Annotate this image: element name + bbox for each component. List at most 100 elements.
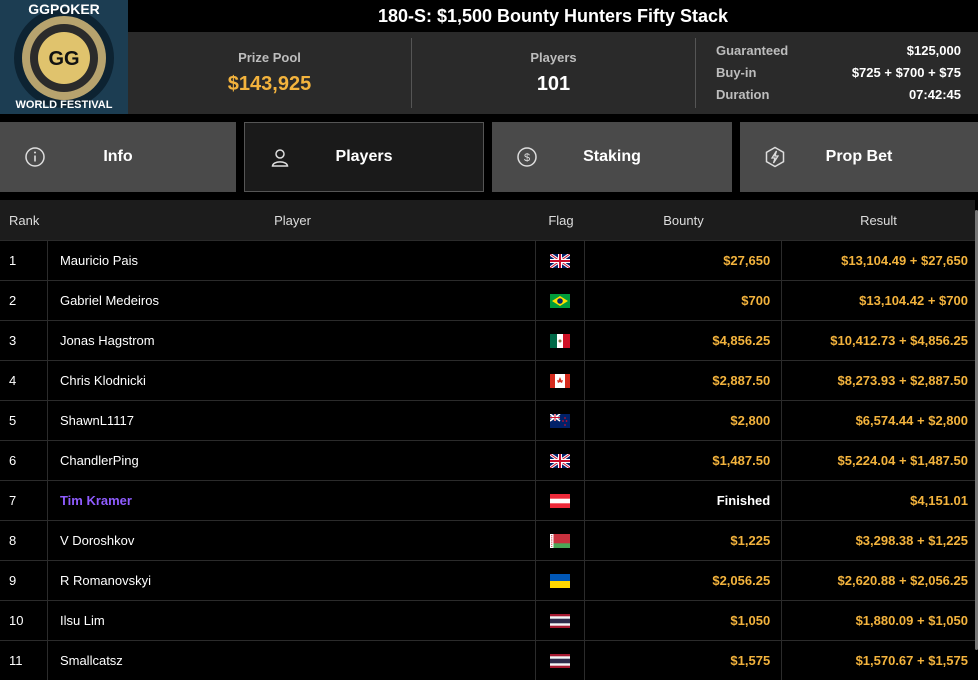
bounty-cell: $4,856.25 [585, 321, 783, 360]
player-header[interactable]: Player [48, 200, 537, 240]
table-row[interactable]: 1 Mauricio Pais $27,650 $13,104.49 + $27,65… [0, 240, 975, 280]
result-cell: $5,224.04 + $1,487.50 [837, 453, 968, 468]
result-cell: $13,104.49 + $27,650 [841, 253, 968, 268]
bounty-cell: $1,575 [585, 641, 783, 680]
result-cell: $6,574.44 + $2,800 [855, 413, 968, 428]
thailand-flag-icon [536, 641, 586, 680]
tournament-header: GG GGPOKER WORLD FESTIVAL 180-S: $1,500 … [0, 0, 978, 114]
tournament-title: 180-S: $1,500 Bounty Hunters Fifty Stack [128, 0, 978, 32]
result-cell: $1,880.09 + $1,050 [855, 613, 968, 628]
bounty-cell: $2,056.25 [585, 561, 783, 600]
tab-info[interactable]: Info [0, 122, 236, 192]
player-name[interactable]: Chris Klodnicki [48, 361, 537, 400]
bounty-cell: $1,050 [585, 601, 783, 640]
player-name[interactable]: Mauricio Pais [48, 241, 537, 280]
flag-header[interactable]: Flag [537, 200, 585, 240]
player-name[interactable]: Gabriel Medeiros [48, 281, 537, 320]
player-name[interactable]: Ilsu Lim [48, 601, 537, 640]
canada-flag-icon [536, 361, 586, 400]
tab-staking[interactable]: $ Staking [492, 122, 732, 192]
rank-cell: 5 [0, 401, 48, 440]
rank-header[interactable]: Rank [0, 200, 48, 240]
table-row[interactable]: 11 Smallcatsz $1,575 $1,570.67 + $1,575 [0, 640, 975, 680]
tab-players[interactable]: Players [244, 122, 484, 192]
bounty-cell: Finished [585, 481, 783, 520]
table-row[interactable]: 10 Ilsu Lim $1,050 $1,880.09 + $1,050 [0, 600, 975, 640]
bounty-cell: $27,650 [585, 241, 783, 280]
uk-flag-icon [536, 441, 586, 480]
table-row[interactable]: 9R Romanovskyi $2,056.25 $2,620.88 + $2,05… [0, 560, 975, 600]
table-row[interactable]: 8V Doroshkov $1,225 $3,298.38 + $1,225 [0, 520, 975, 560]
user-icon [271, 149, 289, 167]
result-header[interactable]: Result [782, 200, 975, 240]
result-cell: $13,104.42 + $700 [859, 293, 968, 308]
players-stat: Players 101 [412, 32, 695, 114]
table-body: 1 Mauricio Pais $27,650 $13,104.49 + $27,65… [0, 240, 975, 680]
players-table: Rank Player Flag Bounty Result 1 Mauricio… [0, 200, 975, 680]
duration-row: Duration 07:42:45 [716, 84, 961, 106]
tournament-stats: Prize Pool $143,925 Players 101 Guarante… [128, 32, 978, 114]
table-row[interactable]: 4 Chris Klodnicki $2,887.50 $8,273.93 + $2,… [0, 360, 975, 400]
lightning-hexagon-icon [765, 146, 785, 168]
tournament-meta: Guaranteed $125,000 Buy-in $725 + $700 +… [716, 40, 961, 106]
result-cell: $1,570.67 + $1,575 [855, 653, 968, 668]
new-zealand-flag-icon [536, 401, 586, 440]
rank-cell: 7 [0, 481, 48, 520]
prize-pool-value: $143,925 [227, 73, 312, 95]
svg-text:$: $ [524, 152, 530, 164]
bounty-header[interactable]: Bounty [585, 200, 782, 240]
rank-cell: 8 [0, 521, 48, 560]
svg-text:WORLD FESTIVAL: WORLD FESTIVAL [16, 99, 113, 111]
tab-prop-bet[interactable]: Prop Bet [740, 122, 978, 192]
players-label: Players [530, 50, 577, 65]
guaranteed-row: Guaranteed $125,000 [716, 40, 961, 62]
prize-pool-stat: Prize Pool $143,925 [128, 32, 411, 114]
rank-cell: 3 [0, 321, 48, 360]
belarus-flag-icon [536, 521, 586, 560]
table-row[interactable]: 7 Tim Kramer Finished $4,151.01 [0, 480, 975, 520]
table-row[interactable]: 5 ShawnL1117 $2,800 $6,574.44 + $2,800 [0, 400, 975, 440]
bounty-cell: $1,225 [585, 521, 783, 560]
table-row[interactable]: 3 Jonas Hagstrom $4,856.25 $10,412.73 + $4,… [0, 320, 975, 360]
guaranteed-label: Guaranteed [716, 43, 789, 58]
ukraine-flag-icon [536, 561, 586, 600]
prize-pool-label: Prize Pool [238, 50, 301, 65]
player-name[interactable]: ShawnL1117 [48, 401, 537, 440]
rank-cell: 11 [0, 641, 48, 680]
rank-cell: 6 [0, 441, 48, 480]
duration-label: Duration [716, 87, 770, 102]
buyin-value: $725 + $700 + $75 [851, 65, 961, 80]
svg-text:GGPOKER: GGPOKER [28, 1, 100, 17]
player-name[interactable]: Tim Kramer [48, 481, 537, 520]
result-cell: $10,412.73 + $4,856.25 [830, 333, 968, 348]
bounty-cell: $2,887.50 [585, 361, 783, 400]
result-cell: $2,620.88 + $2,056.25 [837, 573, 968, 588]
bounty-cell: $700 [585, 281, 783, 320]
stats-divider [695, 38, 696, 108]
rank-cell: 1 [0, 241, 48, 280]
bounty-cell: $1,487.50 [585, 441, 783, 480]
result-cell: $4,151.01 [910, 493, 968, 508]
guaranteed-value: $125,000 [906, 43, 961, 58]
austria-flag-icon [536, 481, 586, 520]
mexico-flag-icon [536, 321, 586, 360]
thailand-flag-icon [536, 601, 586, 640]
duration-value: 07:42:45 [908, 87, 961, 102]
player-name[interactable]: ChandlerPing [48, 441, 537, 480]
player-name[interactable]: R Romanovskyi [48, 561, 537, 600]
uk-flag-icon [536, 241, 586, 280]
table-row[interactable]: 6 ChandlerPing $1,487.50 $5,224.04 + $1,487… [0, 440, 975, 480]
info-icon [25, 147, 45, 167]
buyin-label: Buy-in [716, 65, 757, 80]
brazil-flag-icon [536, 281, 586, 320]
player-name[interactable]: Smallcatsz [48, 641, 537, 680]
result-cell: $3,298.38 + $1,225 [855, 533, 968, 548]
rank-cell: 2 [0, 281, 48, 320]
bounty-cell: $2,800 [585, 401, 783, 440]
buyin-row: Buy-in $725 + $700 + $75 [716, 62, 961, 84]
tab-bar: Info Players $ Staking Prop Bet [0, 122, 978, 192]
table-header: Rank Player Flag Bounty Result [0, 200, 975, 240]
player-name[interactable]: Jonas Hagstrom [48, 321, 537, 360]
table-row[interactable]: 2 Gabriel Medeiros $700 $13,104.42 + $700 [0, 280, 975, 320]
player-name[interactable]: V Doroshkov [48, 521, 537, 560]
